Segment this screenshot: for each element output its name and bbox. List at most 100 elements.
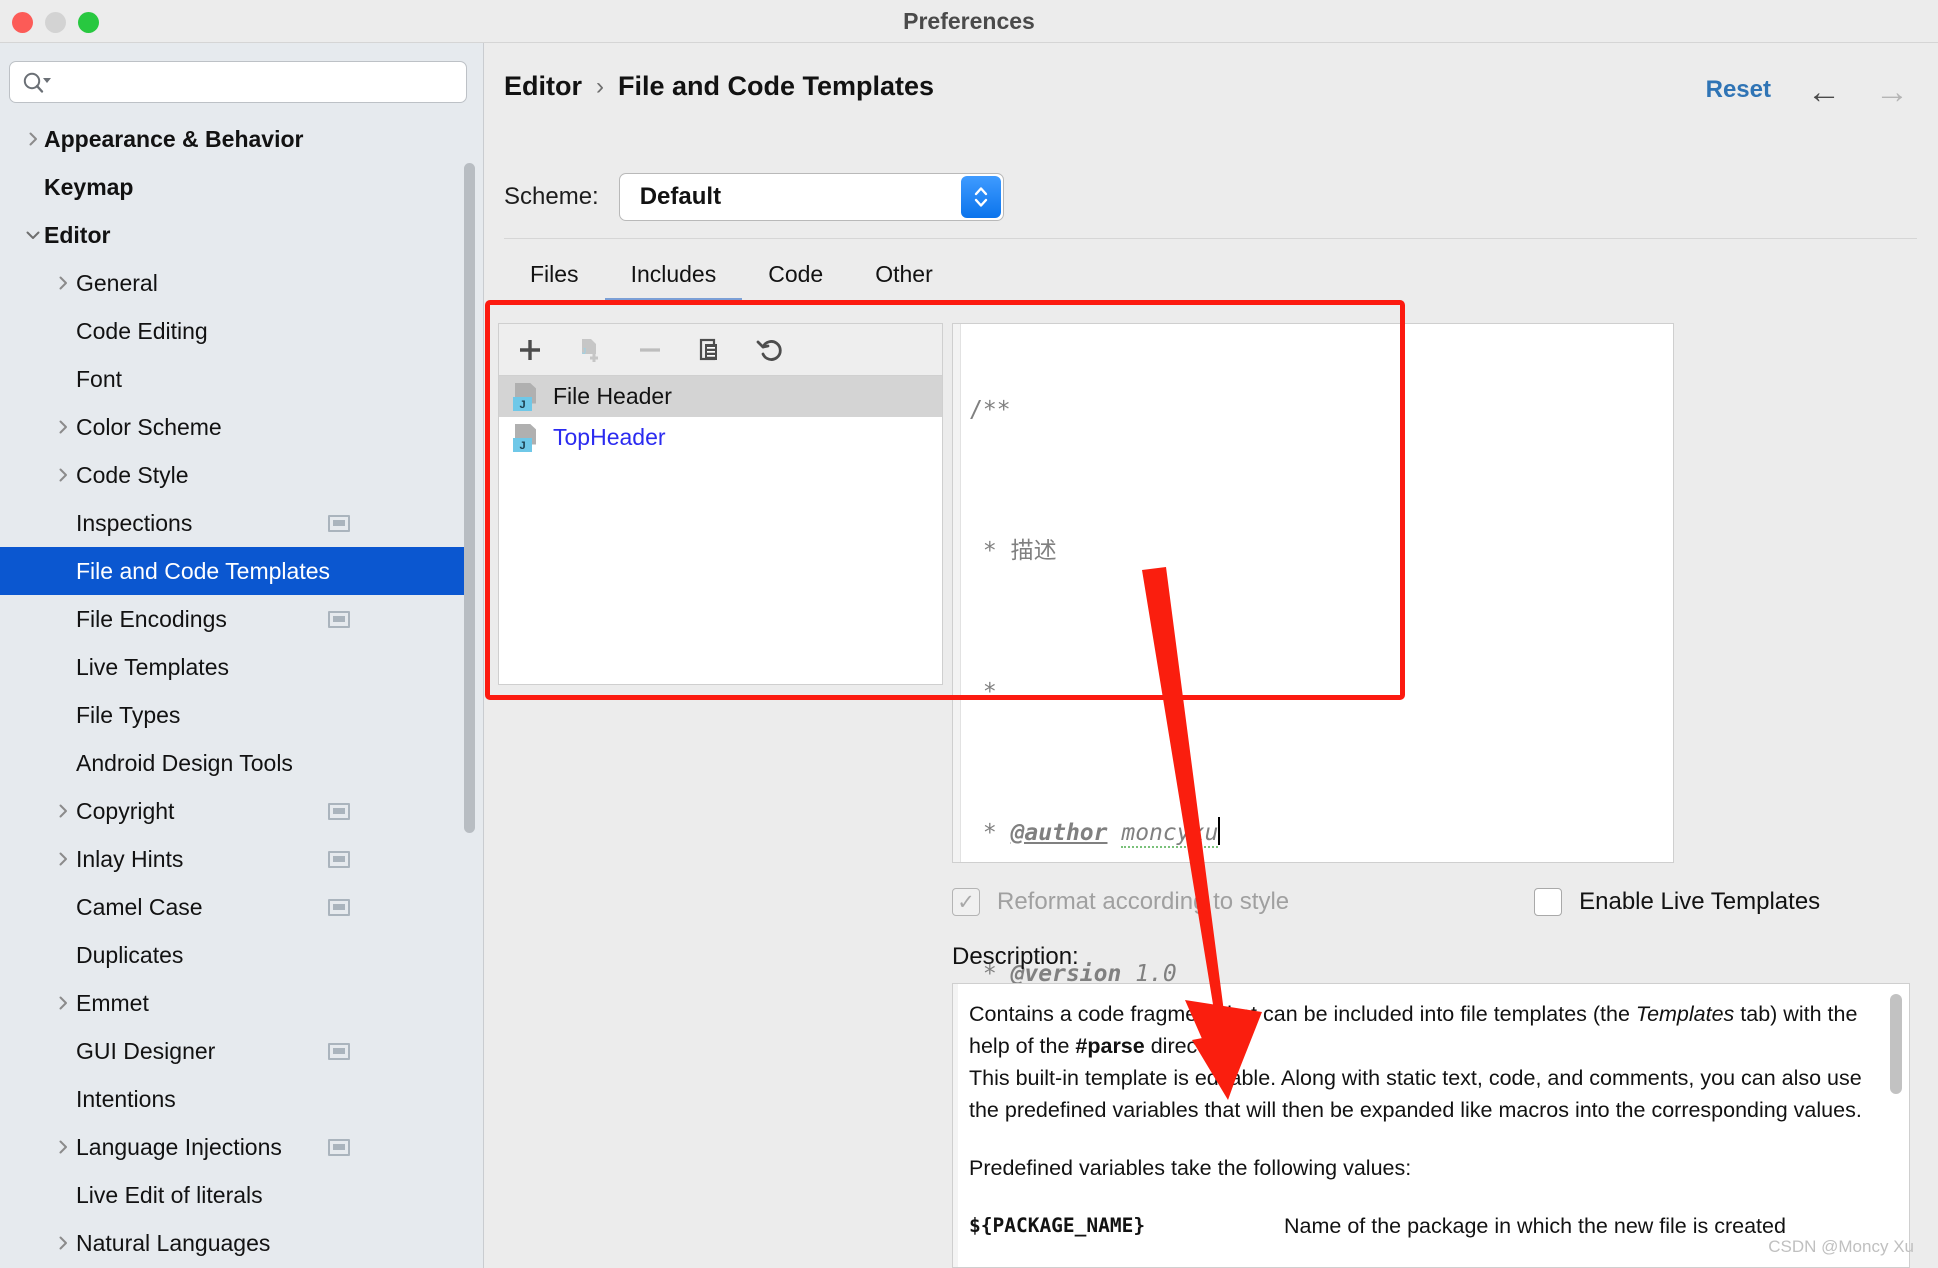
- chevron-right-icon[interactable]: [52, 464, 74, 486]
- add-from-file-icon: J: [573, 333, 607, 367]
- chevron-right-icon[interactable]: [22, 128, 44, 150]
- sidebar-item-natural-languages[interactable]: Natural Languages: [0, 1219, 466, 1267]
- add-icon[interactable]: [513, 333, 547, 367]
- template-list-item[interactable]: J TopHeader: [499, 417, 942, 458]
- watermark: CSDN @Moncy Xu: [1768, 1237, 1914, 1256]
- live-templates-group[interactable]: Enable Live Templates: [1534, 888, 1820, 916]
- scheme-selected-value: Default: [639, 183, 722, 210]
- sidebar-item-label: Inspections: [76, 509, 193, 536]
- description-paragraph-1: Contains a code fragment that can be inc…: [969, 998, 1869, 1062]
- sidebar-item-android-design-tools[interactable]: Android Design Tools: [0, 739, 466, 787]
- sidebar-item-label: GUI Designer: [76, 1037, 216, 1064]
- sidebar-item-language-injections[interactable]: Language Injections: [0, 1123, 466, 1171]
- chevron-down-icon[interactable]: [22, 224, 44, 246]
- chevron-updown-icon[interactable]: [960, 176, 1001, 218]
- text-caret: [1218, 817, 1221, 845]
- template-category-tabs: Files Includes Code Other: [504, 261, 959, 301]
- chevron-right-icon[interactable]: [52, 992, 74, 1014]
- sidebar-item-file-types[interactable]: File Types: [0, 691, 466, 739]
- tab-files[interactable]: Files: [504, 261, 605, 301]
- template-code-editor[interactable]: /** * 描述 * * @author moncyxu * @version …: [952, 323, 1674, 1268]
- sidebar-item-font[interactable]: Font: [0, 355, 466, 403]
- reset-button[interactable]: Reset: [1706, 76, 1771, 104]
- tab-other[interactable]: Other: [849, 261, 959, 301]
- chevron-right-icon[interactable]: [52, 1232, 74, 1254]
- search-field-wrapper: [9, 61, 467, 103]
- enable-live-templates-label: Enable Live Templates: [1579, 888, 1821, 915]
- breadcrumb-root[interactable]: Editor: [504, 71, 582, 102]
- sidebar-item-label: Live Templates: [76, 653, 229, 680]
- reformat-checkbox: ✓: [952, 888, 980, 916]
- sidebar-scrollbar-thumb[interactable]: [464, 163, 475, 833]
- sidebar-item-camel-case[interactable]: Camel Case: [0, 883, 466, 931]
- arrow-left-icon[interactable]: ←: [1806, 74, 1842, 110]
- external-window-icon: [328, 850, 350, 868]
- chevron-right-icon[interactable]: [52, 800, 74, 822]
- search-input[interactable]: [58, 62, 458, 102]
- title-bar: Preferences: [0, 0, 1938, 43]
- sidebar-item-color-scheme[interactable]: Color Scheme: [0, 403, 466, 451]
- sidebar-item-editor[interactable]: Editor: [0, 211, 466, 259]
- template-list-item[interactable]: J File Header: [499, 376, 942, 417]
- chevron-right-icon[interactable]: [52, 848, 74, 870]
- sidebar-item-live-templates[interactable]: Live Templates: [0, 643, 466, 691]
- sidebar-item-file-and-code-templates[interactable]: File and Code Templates: [0, 547, 466, 595]
- enable-live-templates-checkbox[interactable]: [1534, 888, 1563, 916]
- tab-label: Other: [875, 261, 933, 287]
- arrow-right-icon[interactable]: →: [1874, 74, 1910, 110]
- sidebar-item-label: File Types: [76, 701, 181, 728]
- external-window-icon: [328, 898, 350, 916]
- java-badge: J: [513, 437, 532, 452]
- java-badge: J: [513, 396, 532, 411]
- sidebar-item-live-edit-of-literals[interactable]: Live Edit of literals: [0, 1171, 466, 1219]
- sidebar-item-label: Color Scheme: [76, 413, 222, 440]
- svg-text:J: J: [582, 347, 586, 356]
- code-author-value: moncyxu: [1121, 820, 1219, 848]
- reformat-label: Reformat according to style: [997, 888, 1290, 915]
- sidebar-item-inlay-hints[interactable]: Inlay Hints: [0, 835, 466, 883]
- sidebar-item-label: Camel Case: [76, 893, 203, 920]
- sidebar-item-appearance-behavior[interactable]: Appearance & Behavior: [0, 115, 466, 163]
- description-scrollbar-thumb[interactable]: [1890, 994, 1902, 1094]
- tab-includes[interactable]: Includes: [604, 261, 743, 301]
- external-window-icon: [328, 802, 350, 820]
- sidebar-item-emmet[interactable]: Emmet: [0, 979, 466, 1027]
- sidebar-item-label: Code Style: [76, 461, 189, 488]
- sidebar-item-file-encodings[interactable]: File Encodings: [0, 595, 466, 643]
- template-list-panel: J J File Header J TopHeader: [498, 323, 943, 685]
- desc-p1-bold: #parse: [1075, 1034, 1145, 1058]
- chevron-right-icon[interactable]: [52, 416, 74, 438]
- search-box[interactable]: [9, 61, 467, 103]
- sidebar-item-copyright[interactable]: Copyright: [0, 787, 466, 835]
- breadcrumb-separator-icon: ›: [596, 72, 604, 100]
- external-window-icon: [328, 1042, 350, 1060]
- desc-p1-italic: Templates: [1635, 1002, 1735, 1026]
- scheme-select[interactable]: Default: [618, 173, 1004, 221]
- template-name: File Header: [553, 383, 672, 409]
- sidebar-item-keymap[interactable]: Keymap: [0, 163, 466, 211]
- variable-meaning: Name of the package in which the new fil…: [1284, 1214, 1786, 1238]
- header-divider: [504, 238, 1917, 239]
- scheme-row: Scheme: Default: [504, 173, 1004, 221]
- description-gutter: [953, 984, 958, 1267]
- sidebar-item-inspections[interactable]: Inspections: [0, 499, 466, 547]
- revert-icon[interactable]: [753, 333, 787, 367]
- chevron-right-icon[interactable]: [52, 272, 74, 294]
- sidebar-item-duplicates[interactable]: Duplicates: [0, 931, 466, 979]
- sidebar-item-gui-designer[interactable]: GUI Designer: [0, 1027, 466, 1075]
- sidebar-item-code-style[interactable]: Code Style: [0, 451, 466, 499]
- sidebar-item-general[interactable]: General: [0, 259, 466, 307]
- sidebar-item-label: File Encodings: [76, 605, 227, 632]
- copy-icon[interactable]: [693, 333, 727, 367]
- external-window-icon: [328, 610, 350, 628]
- template-options-row: ✓ Reformat according to style Enable Liv…: [952, 888, 1902, 916]
- tab-code[interactable]: Code: [742, 261, 849, 301]
- variable-name: ${PACKAGE_NAME}: [969, 1214, 1146, 1237]
- sidebar-item-label: Live Edit of literals: [76, 1181, 263, 1208]
- chevron-right-icon[interactable]: [52, 1136, 74, 1158]
- sidebar-item-intentions[interactable]: Intentions: [0, 1075, 466, 1123]
- tab-label: Includes: [630, 261, 717, 287]
- code-description-cn: 描述: [1010, 538, 1057, 564]
- sidebar-item-label: Keymap: [44, 173, 134, 200]
- sidebar-item-code-editing[interactable]: Code Editing: [0, 307, 466, 355]
